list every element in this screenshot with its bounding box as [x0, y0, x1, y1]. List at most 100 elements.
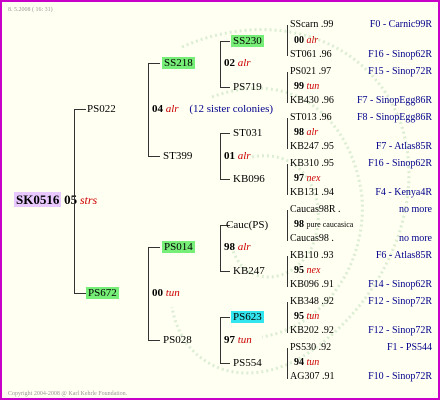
leaf-family: F16 - Sinop62R [368, 49, 432, 60]
connector [148, 340, 160, 341]
connector [287, 118, 288, 149]
ffm-gen: 99 [294, 81, 304, 92]
connector [220, 317, 221, 363]
father-tag: alr [165, 103, 179, 115]
leaf-name[interactable]: PS530 .92 [290, 341, 331, 354]
fm-id[interactable]: ST399 [163, 150, 192, 163]
mf-tag: alr [237, 241, 251, 253]
leaf-family: no more [398, 204, 432, 215]
leaf-family: F7 - SinopEgg86R [356, 95, 432, 106]
leaf-family: F10 - Sinop72R [368, 371, 432, 382]
mother-id[interactable]: PS672 [86, 287, 119, 299]
connector [74, 109, 75, 294]
fff-gen: 00 [294, 35, 304, 46]
ff-gen: 02 [224, 57, 235, 69]
connector [148, 156, 160, 157]
connector [220, 41, 221, 87]
mff-id[interactable]: Cauc(PS) [226, 219, 268, 232]
fmf-tag: alr [306, 127, 319, 138]
leaf-name[interactable]: KB310 .95 [290, 157, 334, 170]
father-note: (12 sister colonies) [189, 103, 274, 115]
connector [220, 133, 221, 179]
father-row: 04 alr (12 sister colonies) [152, 103, 273, 116]
leaf-name[interactable]: AG307 .91 [290, 370, 334, 383]
ff-id[interactable]: SS218 [162, 57, 195, 69]
connector [220, 225, 221, 271]
fff-tag: alr [306, 35, 319, 46]
leaf-name[interactable]: PS021 .97 [290, 65, 331, 78]
father-id[interactable]: PS022 [87, 103, 116, 116]
connector [287, 25, 288, 56]
leaf-family: F8 - SinopEgg86R [356, 112, 432, 123]
ffm-tag: tun [306, 81, 320, 92]
mother-id-wrap: PS672 [86, 287, 119, 300]
leaf-name[interactable]: KB430 .96 [290, 94, 334, 107]
connector [220, 179, 230, 180]
fmm-tag: nex [306, 173, 321, 184]
connector [287, 302, 288, 333]
fm-gen: 01 [224, 150, 235, 162]
mmm-id[interactable]: PS554 [233, 357, 262, 370]
connector [220, 87, 230, 88]
mmm-gen: 94 [294, 357, 304, 368]
leaf-name[interactable]: KB202 .92 [290, 324, 334, 337]
leaf-family: F12 - Sinop72R [368, 296, 432, 307]
connector [74, 293, 86, 294]
mm-id[interactable]: PS028 [163, 334, 192, 347]
leaf-family: F4 - Kenya4R [375, 187, 432, 198]
leaf-name[interactable]: KB096 .91 [290, 278, 334, 291]
leaf-name[interactable]: KB131 .94 [290, 186, 334, 199]
mmm-tag: tun [306, 357, 320, 368]
leaf-name[interactable]: SScarn .99 [290, 18, 333, 31]
subject-id[interactable]: SK0516 [14, 192, 62, 207]
copyright-footer: Copyright 2004-2008 @ Karl Kehrle Founda… [8, 391, 128, 397]
leaf-name[interactable]: Caucas98R . [290, 203, 341, 216]
ff-tag: alr [237, 57, 251, 69]
fmf-gen: 98 [294, 127, 304, 138]
leaf-name[interactable]: Caucas98 . [290, 232, 334, 245]
mfm-id[interactable]: KB247 [233, 265, 265, 278]
leaf-family: F1 - PS544 [386, 342, 432, 353]
mmf-id[interactable]: PS623 [231, 311, 264, 323]
leaf-family: F7 - Atlas85R [375, 141, 432, 152]
mff-gen: 98 [294, 219, 304, 230]
subject-gen: 05 [64, 192, 78, 207]
leaf-family: F6 - Atlas85R [375, 250, 432, 261]
leaf-family: no more [398, 233, 432, 244]
leaf-name[interactable]: KB348 .92 [290, 295, 334, 308]
mf-id[interactable]: PS014 [162, 241, 195, 253]
leaf-family: F14 - Sinop62R [368, 279, 432, 290]
subject-row: SK0516 05 strs [14, 192, 97, 208]
mfm-gen: 95 [294, 265, 304, 276]
mother-row: 00 tun [152, 287, 180, 300]
fmm-id[interactable]: KB096 [233, 173, 265, 186]
connector [148, 63, 149, 156]
fm-tag: alr [237, 150, 251, 162]
leaf-name[interactable]: ST061 .96 [290, 48, 332, 61]
connector [287, 348, 288, 379]
mm-gen: 97 [224, 334, 235, 346]
connector [148, 247, 149, 340]
mfm-tag: nex [306, 265, 321, 276]
leaf-name[interactable]: KB110 .93 [290, 249, 334, 262]
connector [74, 109, 86, 110]
leaf-family: F15 - Sinop72R [368, 66, 432, 77]
fff-id[interactable]: SS230 [231, 35, 264, 47]
mother-gen: 00 [152, 287, 163, 299]
connector [148, 247, 160, 248]
leaf-name[interactable]: ST013 .96 [290, 111, 332, 124]
ffm-id[interactable]: PS719 [233, 81, 262, 94]
connector [220, 133, 230, 134]
connector [148, 63, 160, 64]
connector [287, 210, 288, 241]
leaf-family: F16 - Sinop62R [368, 158, 432, 169]
fmf-id[interactable]: ST031 [233, 127, 262, 140]
leaf-family: F0 - Carnic99R [369, 19, 432, 30]
mm-tag: tun [237, 334, 252, 346]
date-stamp: 8. 5.2008 ( 16: 31) [8, 7, 53, 13]
connector [220, 317, 230, 318]
connector [287, 256, 288, 287]
mmf-gen: 95 [294, 311, 304, 322]
mf-gen: 98 [224, 241, 235, 253]
leaf-name[interactable]: KB247 .95 [290, 140, 334, 153]
